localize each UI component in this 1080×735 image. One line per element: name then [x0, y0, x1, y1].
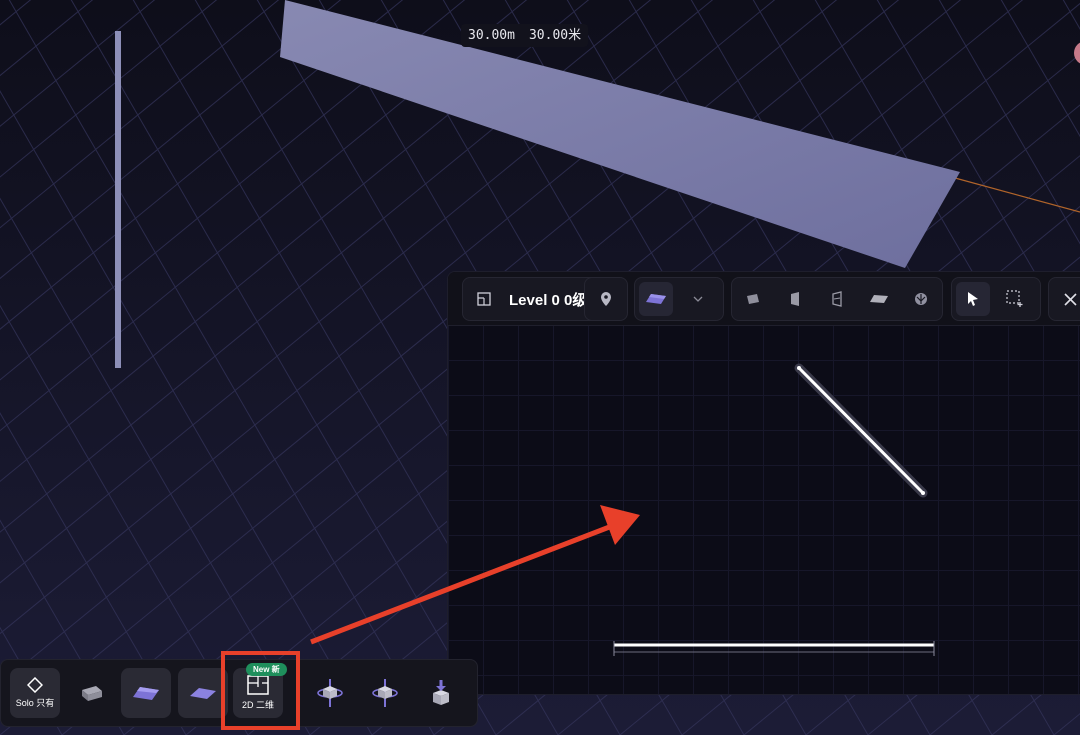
download-cube-icon: [433, 680, 449, 705]
door-icon[interactable]: [778, 282, 812, 316]
rotate-x-button[interactable]: [360, 668, 410, 718]
pointer-icon[interactable]: [956, 282, 990, 316]
flat-slab-icon: [190, 688, 216, 699]
selection-tools-group: [951, 277, 1041, 321]
import-object-button[interactable]: [416, 668, 466, 718]
close-icon[interactable]: [1053, 282, 1080, 316]
floorplan-level-icon[interactable]: [467, 282, 501, 316]
cube-orbit-icon: [372, 679, 398, 707]
box-view-button[interactable]: [66, 668, 116, 718]
dimension-metric: 30.00m: [468, 28, 515, 43]
solo-button[interactable]: Solo 只有: [10, 668, 60, 718]
level-title: Level 0 0级: [509, 291, 588, 309]
horizontal-wall-2d[interactable]: [613, 641, 935, 656]
floorplan-canvas[interactable]: [448, 325, 1080, 694]
floor-tile-icon[interactable]: [639, 282, 673, 316]
vertical-post[interactable]: [115, 31, 121, 368]
floor-tile-icon: [133, 687, 159, 700]
marquee-select-icon[interactable]: [998, 282, 1032, 316]
floor-view-button[interactable]: [121, 668, 171, 718]
rotate-y-button[interactable]: [305, 668, 355, 718]
floorplan-toolbar: Level 0 0级: [448, 272, 1080, 326]
chevron-down-icon[interactable]: [681, 282, 715, 316]
dimension-label: 30.00m 30.00米: [461, 24, 589, 47]
floorplan-panel: Level 0 0级: [447, 271, 1080, 695]
highlight-box: [221, 651, 300, 730]
solo-label: Solo 只有: [15, 698, 55, 708]
dimension-chinese: 30.00米: [528, 28, 582, 43]
diagonal-wall-2d[interactable]: [794, 363, 928, 498]
level-selector[interactable]: Level 0 0级: [462, 277, 602, 321]
floor-group: [634, 277, 724, 321]
location-pin-icon[interactable]: [589, 282, 623, 316]
slab-icon[interactable]: [862, 282, 896, 316]
location-group: [584, 277, 628, 321]
object-icon[interactable]: [904, 282, 938, 316]
solo-diamond-icon: [27, 677, 43, 693]
wall-block-icon[interactable]: [736, 282, 770, 316]
floorplan-drawing: [613, 363, 935, 656]
build-tools-group: [731, 277, 943, 321]
cube-orbit-icon: [317, 679, 343, 707]
window-icon[interactable]: [820, 282, 854, 316]
room-box-icon: [82, 686, 102, 701]
close-group: [1048, 277, 1080, 321]
